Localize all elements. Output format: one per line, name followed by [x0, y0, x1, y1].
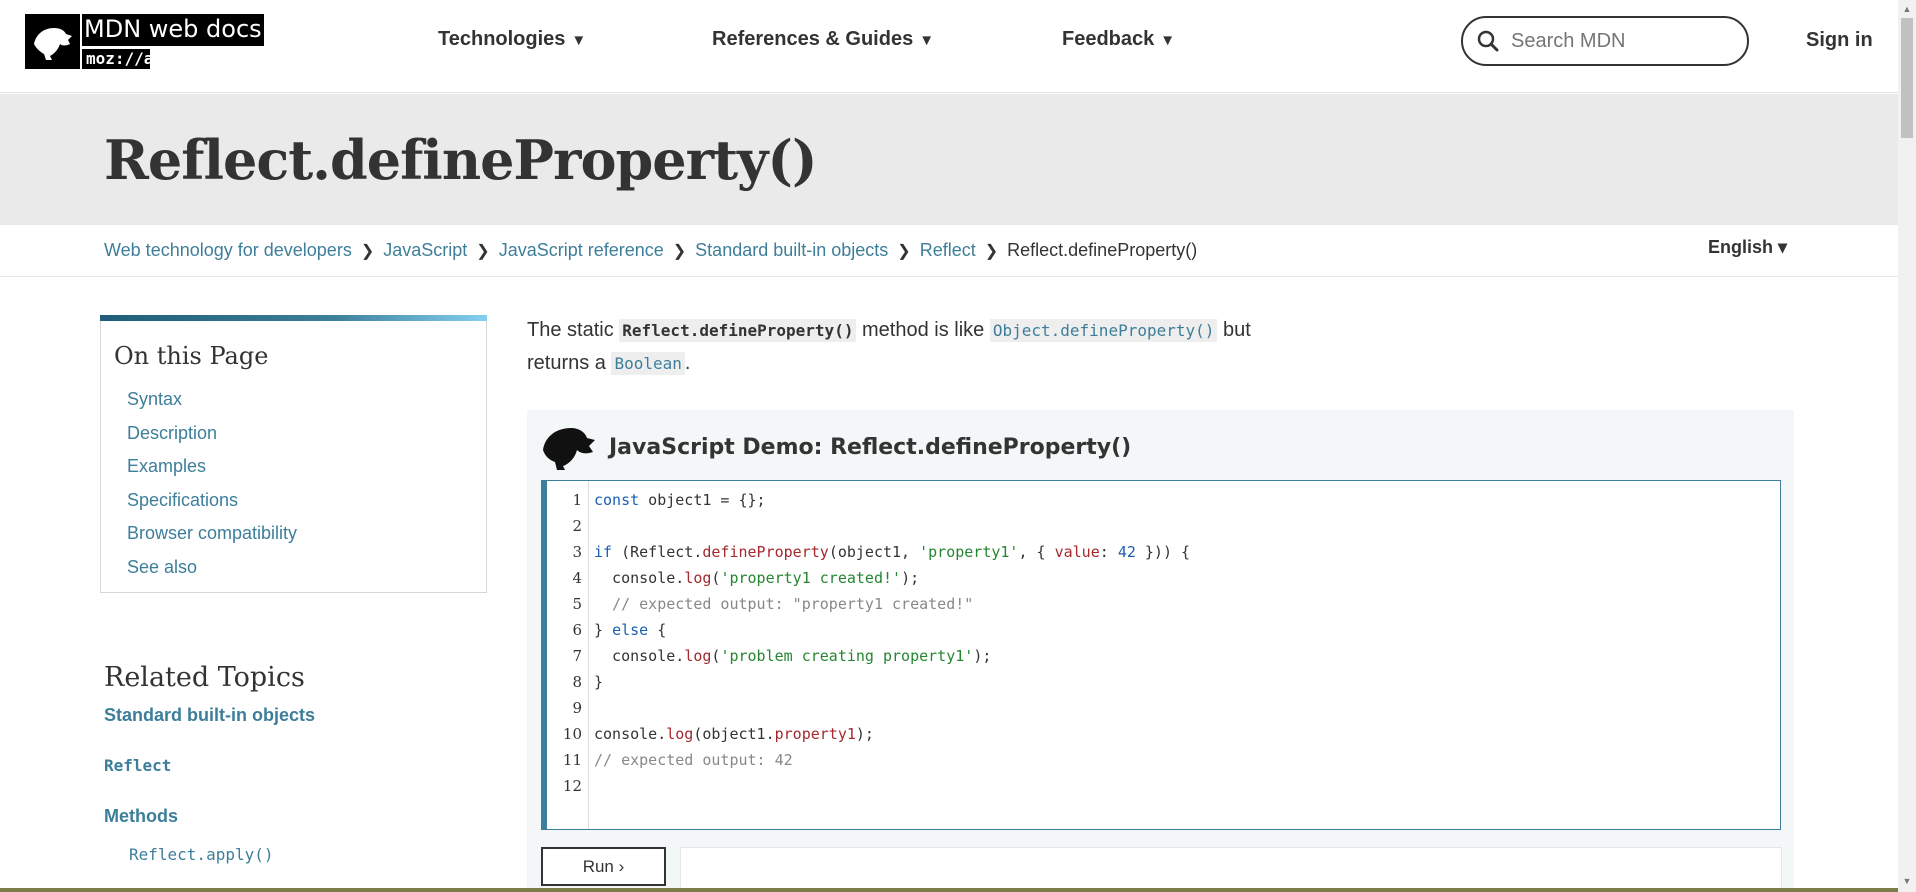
demo-title: JavaScript Demo: Reflect.defineProperty(…	[609, 434, 1132, 460]
intro-text: method is like	[856, 319, 990, 341]
top-navigation: MDN web docs moz://a Technologies ▼ Refer…	[0, 0, 1898, 93]
breadcrumb-web-tech[interactable]: Web technology for developers	[104, 240, 352, 261]
line-number: 1	[572, 491, 582, 509]
chevron-right-icon: ❯	[360, 242, 375, 260]
sign-in-link[interactable]: Sign in	[1806, 29, 1873, 52]
code-line: // expected output: 42	[594, 751, 793, 769]
search-box[interactable]	[1461, 16, 1749, 66]
line-number: 4	[572, 569, 582, 587]
scroll-up-icon[interactable]: ▲	[1902, 4, 1912, 14]
language-selector[interactable]: English ▾	[1708, 237, 1787, 258]
chevron-down-icon: ▼	[1160, 32, 1176, 49]
boolean-link[interactable]: Boolean	[611, 352, 685, 375]
toc-accent-bar	[100, 315, 487, 321]
related-group-link[interactable]: Standard built-in objects	[104, 705, 315, 726]
nav-technologies-label: Technologies	[438, 28, 566, 50]
dino-icon	[25, 14, 80, 69]
chevron-right-icon: ❯	[672, 242, 687, 260]
line-number: 10	[562, 725, 582, 743]
logo-title: MDN web docs	[82, 14, 264, 46]
related-topics-heading: Related Topics	[104, 662, 305, 693]
breadcrumb-js-reference[interactable]: JavaScript reference	[499, 240, 664, 261]
nav-feedback-label: Feedback	[1062, 28, 1155, 50]
line-number: 7	[572, 647, 582, 665]
code-line: console.log('problem creating property1'…	[594, 647, 992, 665]
chevron-right-icon: ❯	[897, 242, 911, 260]
search-icon	[1477, 30, 1499, 52]
line-number: 8	[572, 673, 582, 691]
toc-link-description[interactable]: Description	[127, 423, 217, 444]
code-line: // expected output: "property1 created!"	[612, 595, 974, 613]
line-number: 11	[562, 751, 582, 769]
line-number: 3	[572, 543, 582, 561]
run-button[interactable]: Run ›	[541, 847, 666, 886]
line-number-gutter: 1 2 3 4 5 6 7 8 9 10 11 12	[547, 481, 589, 829]
toc-link-see-also[interactable]: See also	[127, 557, 197, 578]
search-input[interactable]	[1511, 29, 1731, 53]
on-this-page-box: On this Page Syntax Description Examples…	[100, 315, 487, 593]
breadcrumb-builtin-objects[interactable]: Standard built-in objects	[695, 240, 888, 261]
related-reflect-link[interactable]: Reflect	[104, 756, 171, 775]
scroll-thumb[interactable]	[1901, 18, 1913, 138]
interactive-demo: JavaScript Demo: Reflect.defineProperty(…	[527, 410, 1794, 892]
inline-code: Reflect.defineProperty()	[619, 319, 857, 342]
line-number: 5	[572, 595, 582, 613]
intro-text: but	[1217, 319, 1251, 341]
code-line: console.log('property1 created!');	[594, 569, 920, 587]
chevron-down-icon: ▼	[571, 32, 587, 49]
line-number: 12	[562, 777, 582, 795]
breadcrumb: Web technology for developers ❯ JavaScri…	[104, 240, 1197, 261]
intro-text: The static	[527, 319, 620, 341]
toc-title: On this Page	[114, 342, 269, 370]
chevron-right-icon: ❯	[476, 242, 490, 260]
related-method-link[interactable]: Reflect.apply()	[129, 845, 274, 864]
nav-references-guides[interactable]: References & Guides ▼	[712, 28, 934, 51]
breadcrumb-current: Reflect.defineProperty()	[1007, 240, 1198, 260]
page-title: Reflect.defineProperty()	[104, 128, 817, 192]
object-defineproperty-link[interactable]: Object.defineProperty()	[989, 319, 1218, 342]
bottom-strip	[0, 888, 1898, 892]
breadcrumb-javascript[interactable]: JavaScript	[383, 240, 467, 261]
console-output	[680, 847, 1782, 892]
chevron-down-icon: ▼	[919, 32, 935, 49]
intro-text: .	[684, 352, 691, 374]
line-number: 6	[572, 621, 582, 639]
breadcrumb-reflect[interactable]: Reflect	[920, 240, 976, 261]
code-line: }	[594, 673, 604, 691]
mozilla-wordmark: moz://a	[82, 49, 153, 69]
chevron-right-icon: ❯	[984, 242, 999, 260]
nav-technologies[interactable]: Technologies ▼	[438, 28, 586, 51]
code-editor[interactable]: 1 2 3 4 5 6 7 8 9 10 11 12 const object1…	[541, 480, 1781, 830]
nav-references-label: References & Guides	[712, 28, 914, 50]
mdn-logo[interactable]: MDN web docs moz://a	[25, 14, 275, 69]
related-methods-heading[interactable]: Methods	[104, 806, 178, 827]
nav-feedback[interactable]: Feedback ▼	[1062, 28, 1175, 51]
line-number: 2	[572, 517, 582, 535]
intro-paragraph: The static Reflect.defineProperty() meth…	[527, 314, 1327, 380]
toc-link-specifications[interactable]: Specifications	[127, 490, 238, 511]
code-line: } else {	[594, 621, 667, 639]
divider	[0, 276, 1898, 277]
scroll-down-icon[interactable]: ▼	[1902, 876, 1912, 886]
title-band: Reflect.defineProperty()	[0, 94, 1898, 225]
toc-link-browser-compat[interactable]: Browser compatibility	[127, 523, 297, 544]
code-line: if (Reflect.defineProperty(object1, 'pro…	[594, 543, 1191, 561]
code-line: const object1 = {};	[594, 491, 766, 509]
line-number: 9	[572, 699, 582, 717]
toc-link-examples[interactable]: Examples	[127, 456, 206, 477]
code-line: console.log(object1.property1);	[594, 725, 874, 743]
dino-icon	[543, 428, 595, 470]
toc-link-syntax[interactable]: Syntax	[127, 389, 182, 410]
page-scrollbar[interactable]: ▲ ▼	[1898, 0, 1916, 892]
intro-text: returns a	[527, 352, 612, 374]
